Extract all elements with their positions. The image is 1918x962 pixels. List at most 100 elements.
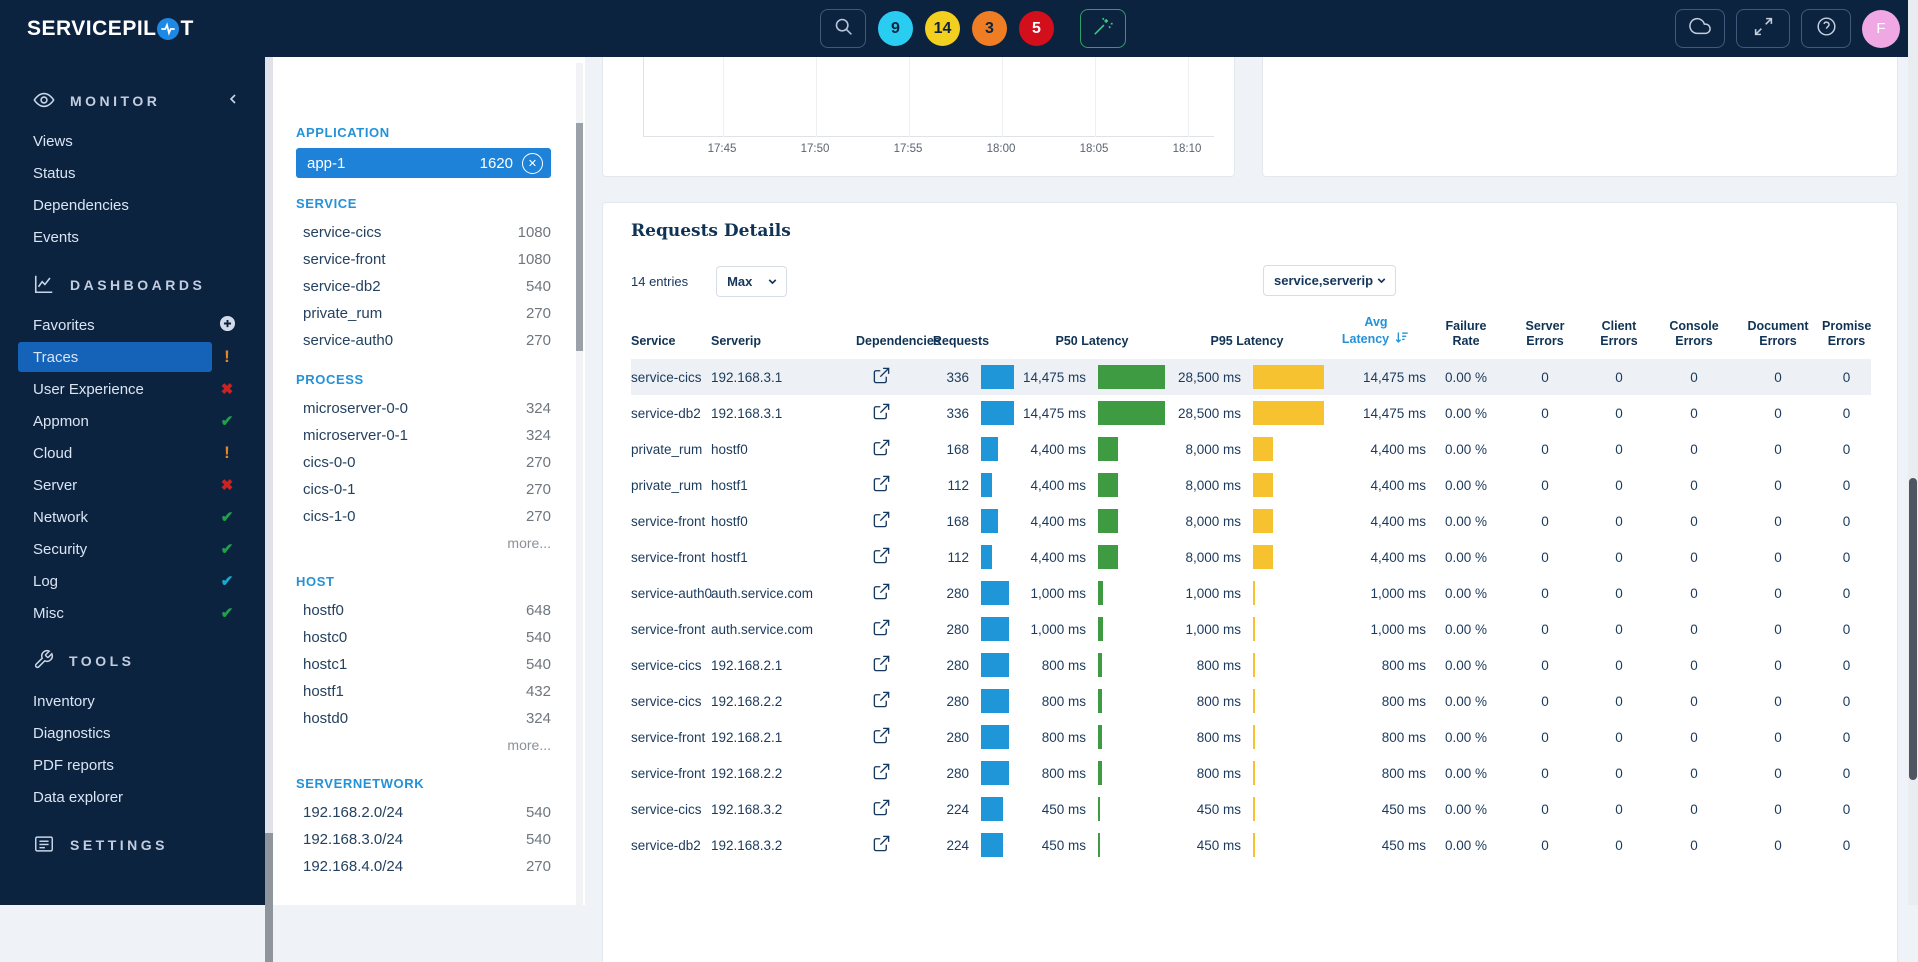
- filter-header-host[interactable]: HOST: [296, 574, 551, 589]
- collapse-chevron-icon[interactable]: [225, 91, 241, 110]
- sidebar-scrollbar[interactable]: [265, 57, 273, 905]
- more-link[interactable]: more...: [296, 530, 551, 556]
- search-button[interactable]: [820, 9, 866, 48]
- sidebar-item-status[interactable]: Status: [0, 157, 265, 189]
- filter-item[interactable]: hostf1432: [296, 678, 551, 705]
- cloud-button[interactable]: [1675, 9, 1725, 48]
- page-scrollbar[interactable]: [1908, 0, 1918, 905]
- column-header-p50-latency[interactable]: P50 Latency: [1016, 315, 1168, 359]
- sidebar-item-log[interactable]: Log✔: [0, 565, 265, 597]
- filter-item[interactable]: service-cics1080: [296, 219, 551, 246]
- table-row[interactable]: service-cics192.168.3.2224450 ms450 ms45…: [631, 791, 1871, 827]
- sidebar-item-user-experience[interactable]: User Experience✖: [0, 373, 265, 405]
- more-link[interactable]: more...: [296, 732, 551, 758]
- filter-item[interactable]: cics-0-0270: [296, 449, 551, 476]
- column-header-client-errors[interactable]: ClientErrors: [1584, 315, 1654, 359]
- column-header-failure-rate[interactable]: FailureRate: [1426, 315, 1506, 359]
- column-header-dependencies[interactable]: Dependencies: [856, 315, 906, 359]
- external-link-icon[interactable]: [872, 546, 891, 565]
- filter-item[interactable]: service-auth0270: [296, 327, 551, 354]
- sidebar-item-appmon[interactable]: Appmon✔: [0, 405, 265, 437]
- sidebar-header-dashboards[interactable]: DASHBOARDS: [0, 267, 265, 303]
- sidebar-item-favorites[interactable]: Favorites: [0, 309, 265, 341]
- table-row[interactable]: private_rumhostf01684,400 ms8,000 ms4,40…: [631, 431, 1871, 467]
- sidebar-item-security[interactable]: Security✔: [0, 533, 265, 565]
- sidebar-scrollbar-thumb[interactable]: [265, 833, 273, 962]
- external-link-icon[interactable]: [872, 618, 891, 637]
- table-row[interactable]: service-cics192.168.3.133614,475 ms28,50…: [631, 359, 1871, 395]
- column-header-service[interactable]: Service: [631, 315, 711, 359]
- external-link-icon[interactable]: [872, 762, 891, 781]
- external-link-icon[interactable]: [872, 474, 891, 493]
- column-header-console-errors[interactable]: ConsoleErrors: [1654, 315, 1734, 359]
- sidebar-item-pdf-reports[interactable]: PDF reports: [0, 749, 265, 781]
- page-scrollbar-thumb[interactable]: [1909, 478, 1917, 780]
- column-header-server-errors[interactable]: ServerErrors: [1506, 315, 1584, 359]
- sidebar-item-diagnostics[interactable]: Diagnostics: [0, 717, 265, 749]
- alert-badge[interactable]: 14: [925, 11, 960, 46]
- column-header-document-errors[interactable]: DocumentErrors: [1734, 315, 1822, 359]
- sidebar-item-traces[interactable]: Traces!: [0, 341, 265, 373]
- filter-header-process[interactable]: PROCESS: [296, 372, 551, 387]
- sidebar-item-inventory[interactable]: Inventory: [0, 685, 265, 717]
- external-link-icon[interactable]: [872, 654, 891, 673]
- table-row[interactable]: service-cics192.168.2.1280800 ms800 ms80…: [631, 647, 1871, 683]
- external-link-icon[interactable]: [872, 834, 891, 853]
- filter-panel-scrollbar-thumb[interactable]: [576, 123, 583, 351]
- table-row[interactable]: service-db2192.168.3.2224450 ms450 ms450…: [631, 827, 1871, 863]
- alert-badge[interactable]: 5: [1019, 11, 1054, 46]
- table-row[interactable]: service-auth0auth.service.com2801,000 ms…: [631, 575, 1871, 611]
- external-link-icon[interactable]: [872, 582, 891, 601]
- sidebar-item-dependencies[interactable]: Dependencies: [0, 189, 265, 221]
- alert-badge[interactable]: 9: [878, 11, 913, 46]
- external-link-icon[interactable]: [872, 366, 891, 385]
- filter-item[interactable]: hostd0324: [296, 705, 551, 732]
- filter-item[interactable]: hostc0540: [296, 624, 551, 651]
- filter-item[interactable]: 192.168.2.0/24540: [296, 799, 551, 826]
- user-avatar[interactable]: F: [1862, 10, 1900, 48]
- filter-item[interactable]: 192.168.3.0/24540: [296, 826, 551, 853]
- fullscreen-button[interactable]: [1736, 9, 1790, 48]
- sidebar-item-cloud[interactable]: Cloud!: [0, 437, 265, 469]
- aggregation-select[interactable]: Max: [716, 266, 787, 297]
- table-row[interactable]: service-front192.168.2.1280800 ms800 ms8…: [631, 719, 1871, 755]
- help-button[interactable]: [1801, 9, 1851, 48]
- external-link-icon[interactable]: [872, 798, 891, 817]
- sidebar-item-server[interactable]: Server✖: [0, 469, 265, 501]
- sidebar-header-tools[interactable]: TOOLS: [0, 643, 265, 679]
- filter-item[interactable]: service-front1080: [296, 246, 551, 273]
- alert-badge[interactable]: 3: [972, 11, 1007, 46]
- filter-item[interactable]: private_rum270: [296, 300, 551, 327]
- filter-header-service[interactable]: SERVICE: [296, 196, 551, 211]
- table-row[interactable]: service-front192.168.2.2280800 ms800 ms8…: [631, 755, 1871, 791]
- filter-item[interactable]: microserver-0-1324: [296, 422, 551, 449]
- filter-item[interactable]: cics-0-1270: [296, 476, 551, 503]
- filter-header-application[interactable]: APPLICATION: [296, 125, 551, 140]
- sidebar-item-views[interactable]: Views: [0, 125, 265, 157]
- filter-item[interactable]: 192.168.4.0/24270: [296, 853, 551, 880]
- column-header-avg-latency[interactable]: AvgLatency: [1326, 315, 1426, 359]
- external-link-icon[interactable]: [872, 690, 891, 709]
- table-row[interactable]: private_rumhostf11124,400 ms8,000 ms4,40…: [631, 467, 1871, 503]
- filter-panel-scrollbar[interactable]: [576, 63, 583, 905]
- application-filter-chip[interactable]: app-11620✕: [296, 148, 551, 178]
- sidebar-header-monitor[interactable]: MONITOR: [0, 83, 265, 119]
- column-header-promise-errors[interactable]: PromiseErrors: [1822, 315, 1871, 359]
- filter-item[interactable]: microserver-0-0324: [296, 395, 551, 422]
- sidebar-header-settings[interactable]: SETTINGS: [0, 827, 265, 863]
- table-row[interactable]: service-fronthostf01684,400 ms8,000 ms4,…: [631, 503, 1871, 539]
- column-header-serverip[interactable]: Serverip: [711, 315, 856, 359]
- groupby-select[interactable]: service,serverip: [1263, 265, 1396, 296]
- table-row[interactable]: service-cics192.168.2.2280800 ms800 ms80…: [631, 683, 1871, 719]
- sidebar-item-misc[interactable]: Misc✔: [0, 597, 265, 629]
- filter-item[interactable]: service-db2540: [296, 273, 551, 300]
- external-link-icon[interactable]: [872, 438, 891, 457]
- sidebar-item-events[interactable]: Events: [0, 221, 265, 253]
- column-header-p95-latency[interactable]: P95 Latency: [1168, 315, 1326, 359]
- table-row[interactable]: service-frontauth.service.com2801,000 ms…: [631, 611, 1871, 647]
- filter-item[interactable]: hostf0648: [296, 597, 551, 624]
- filter-item[interactable]: cics-1-0270: [296, 503, 551, 530]
- chip-close-icon[interactable]: ✕: [522, 153, 543, 174]
- table-row[interactable]: service-fronthostf11124,400 ms8,000 ms4,…: [631, 539, 1871, 575]
- external-link-icon[interactable]: [872, 510, 891, 529]
